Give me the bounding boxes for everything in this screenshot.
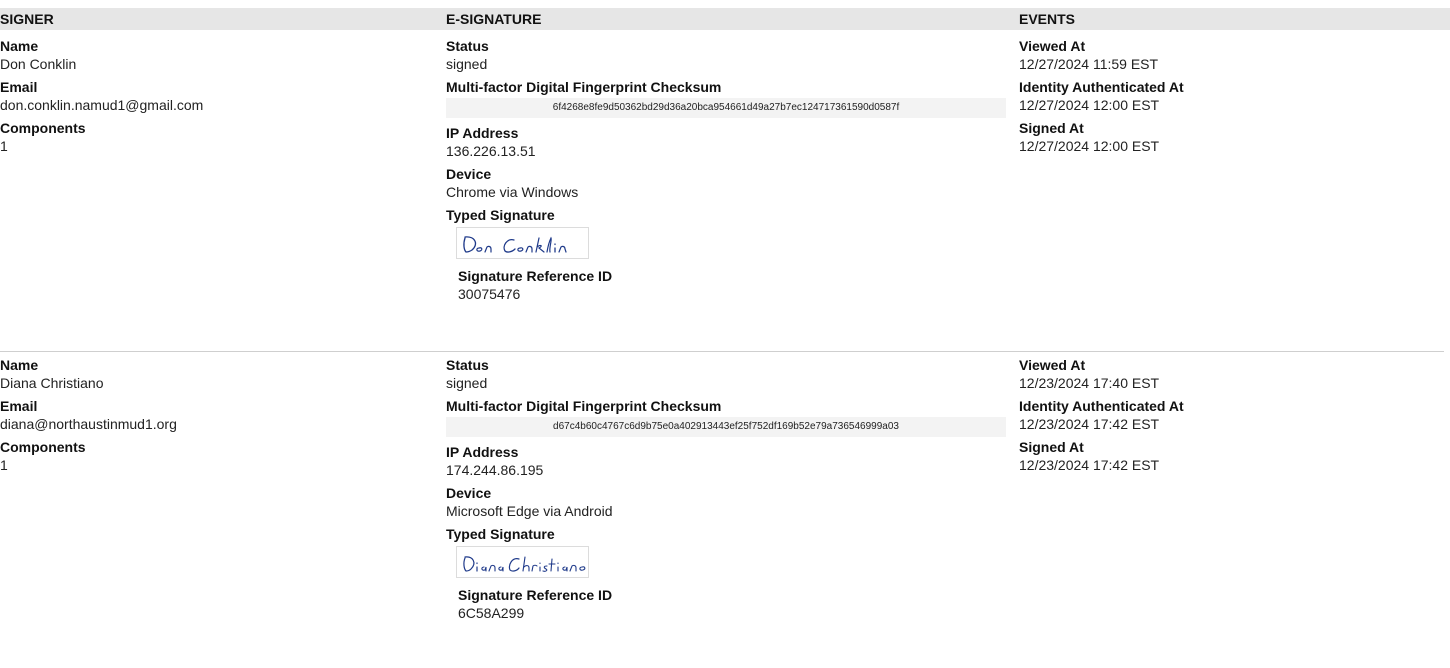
typed-signature-image [456,227,589,259]
components-label: Components [0,439,86,455]
status-value: signed [446,56,488,72]
signature-reference: Signature Reference ID 6C58A299 [458,586,1006,622]
signer-email: diana@northaustinmud1.org [0,416,177,432]
status-value: signed [446,375,488,391]
email-label: Email [0,398,38,414]
sig-ref-value: 6C58A299 [458,605,525,621]
ip-label: IP Address [446,125,519,141]
signer-components: 1 [0,457,8,473]
identity-authenticated-at-label: Identity Authenticated At [1019,79,1184,95]
signer-row: Name Don Conklin Email don.conklin.namud… [0,37,1450,347]
checksum-value: 6f4268e8fe9d50362bd29d36a20bca954661d49a… [446,98,1006,118]
viewed-at-value: 12/23/2024 17:40 EST [1019,375,1160,391]
signer-email: don.conklin.namud1@gmail.com [0,97,204,113]
device-value: Chrome via Windows [446,184,579,200]
signature-reference: Signature Reference ID 30075476 [458,267,1006,303]
name-label: Name [0,357,39,373]
status-label: Status [446,357,489,373]
row-divider [0,351,1444,352]
status-label: Status [446,38,489,54]
sig-ref-value: 30075476 [458,286,521,302]
device-label: Device [446,166,492,182]
signer-row: Name Diana Christiano Email diana@northa… [0,356,1450,668]
viewed-at-label: Viewed At [1019,38,1086,54]
esignature-column: Status signed Multi-factor Digital Finge… [446,37,1006,308]
identity-authenticated-at-label: Identity Authenticated At [1019,398,1184,414]
sig-ref-label: Signature Reference ID [458,587,613,603]
viewed-at-value: 12/27/2024 11:59 EST [1019,56,1159,72]
components-label: Components [0,120,86,136]
typed-signature-image [456,546,589,578]
signature-diana-christiano [463,556,586,572]
typed-signature-label: Typed Signature [446,207,555,223]
signer-name: Diana Christiano [0,375,104,391]
signer-components: 1 [0,138,8,154]
audit-trail-page: SIGNER E-SIGNATURE EVENTS Name Don Conkl… [0,0,1450,668]
signed-at-value: 12/27/2024 12:00 EST [1019,138,1160,154]
table-header: SIGNER E-SIGNATURE EVENTS [0,8,1450,30]
checksum-label: Multi-factor Digital Fingerprint Checksu… [446,79,722,95]
signed-at-label: Signed At [1019,120,1084,136]
signed-at-label: Signed At [1019,439,1084,455]
ip-value: 174.244.86.195 [446,462,544,478]
sig-ref-label: Signature Reference ID [458,268,613,284]
events-column: Viewed At 12/23/2024 17:40 EST Identity … [1019,356,1439,479]
signed-at-value: 12/23/2024 17:42 EST [1019,457,1160,473]
events-column: Viewed At 12/27/2024 11:59 EST Identity … [1019,37,1439,160]
device-value: Microsoft Edge via Android [446,503,613,519]
signer-name: Don Conklin [0,56,77,72]
email-label: Email [0,79,38,95]
ip-label: IP Address [446,444,519,460]
checksum-value: d67c4b60c4767c6d9b75e0a402913443ef25f752… [446,417,1006,437]
signature-don-conklin [463,236,567,253]
ip-value: 136.226.13.51 [446,143,536,159]
signer-column: Name Diana Christiano Email diana@northa… [0,356,430,479]
name-label: Name [0,38,39,54]
checksum-label: Multi-factor Digital Fingerprint Checksu… [446,398,722,414]
identity-authenticated-at-value: 12/23/2024 17:42 EST [1019,416,1160,432]
typed-signature-label: Typed Signature [446,526,555,542]
identity-authenticated-at-value: 12/27/2024 12:00 EST [1019,97,1160,113]
header-esignature: E-SIGNATURE [446,11,542,27]
signer-column: Name Don Conklin Email don.conklin.namud… [0,37,430,160]
header-signer: SIGNER [0,11,54,27]
device-label: Device [446,485,492,501]
header-events: EVENTS [1019,11,1076,27]
viewed-at-label: Viewed At [1019,357,1086,373]
esignature-column: Status signed Multi-factor Digital Finge… [446,356,1006,627]
